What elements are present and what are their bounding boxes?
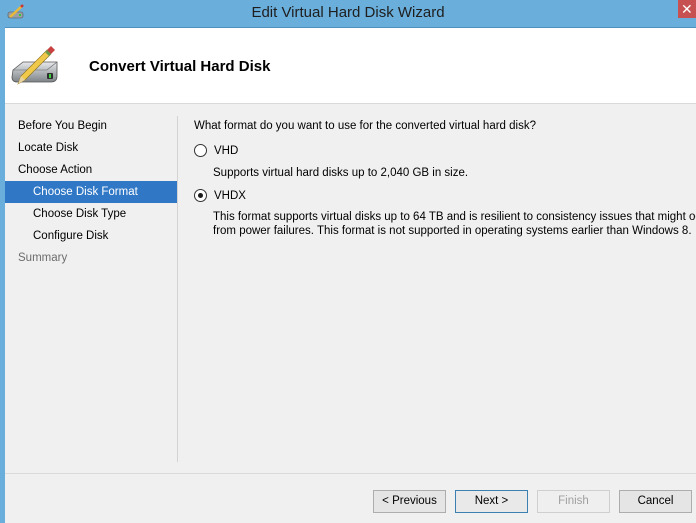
- nav-step-choose-disk-type[interactable]: Choose Disk Type: [5, 203, 177, 225]
- nav-step-summary: Summary: [18, 252, 68, 264]
- vhdx-radio[interactable]: [194, 189, 207, 202]
- vhdx-description: This format supports virtual disks up to…: [213, 210, 696, 238]
- page-title: Convert Virtual Hard Disk: [89, 58, 271, 75]
- option-vhd[interactable]: VHD: [194, 144, 238, 157]
- wizard-window: Convert Virtual Hard Disk Before You Beg…: [5, 27, 696, 523]
- footer-divider: [5, 473, 696, 474]
- wizard-header: Convert Virtual Hard Disk: [5, 28, 696, 104]
- title-bar: Edit Virtual Hard Disk Wizard ✕: [0, 0, 696, 27]
- previous-button[interactable]: < Previous: [373, 490, 446, 513]
- nav-step-choose-action[interactable]: Choose Action: [5, 159, 177, 181]
- nav-step-before-you-begin[interactable]: Before You Begin: [5, 115, 177, 137]
- nav-step-configure-disk[interactable]: Configure Disk: [5, 225, 177, 247]
- next-button[interactable]: Next >: [455, 490, 528, 513]
- vhd-label[interactable]: VHD: [214, 145, 238, 157]
- disk-pencil-icon: [11, 46, 58, 85]
- format-question: What format do you want to use for the c…: [194, 120, 536, 132]
- vhdx-description-line-1: This format supports virtual disks up to…: [213, 211, 696, 223]
- close-button[interactable]: ✕: [678, 0, 696, 18]
- cancel-button[interactable]: Cancel: [619, 490, 692, 513]
- vertical-divider: [177, 116, 178, 462]
- vhd-description-line: Supports virtual hard disks up to 2,040 …: [213, 167, 469, 179]
- vhd-description: Supports virtual hard disks up to 2,040 …: [213, 166, 468, 180]
- option-vhdx[interactable]: VHDX: [194, 189, 246, 202]
- window-title: Edit Virtual Hard Disk Wizard: [251, 4, 445, 21]
- nav-step-locate-disk[interactable]: Locate Disk: [5, 137, 177, 159]
- nav-step-choose-disk-format[interactable]: Choose Disk Format: [5, 181, 177, 203]
- vhd-radio[interactable]: [194, 144, 207, 157]
- wizard-steps-nav: Before You Begin Locate Disk Choose Acti…: [5, 115, 177, 269]
- vhdx-label[interactable]: VHDX: [214, 190, 246, 202]
- finish-button: Finish: [537, 490, 610, 513]
- vhdx-description-line-2: from power failures. This format is not …: [213, 225, 692, 237]
